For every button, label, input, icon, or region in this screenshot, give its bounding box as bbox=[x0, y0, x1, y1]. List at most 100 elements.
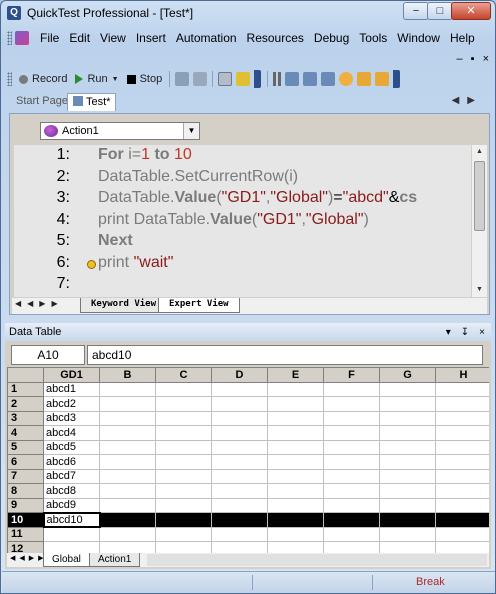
tab-test[interactable]: Test* bbox=[67, 93, 117, 111]
table-cell[interactable] bbox=[211, 425, 268, 441]
menu-debug[interactable]: Debug bbox=[309, 31, 354, 45]
row-header[interactable]: 5 bbox=[7, 439, 44, 455]
table-cell[interactable] bbox=[155, 468, 212, 484]
data-table-grid[interactable]: GD1 B C D E F G H 1 abcd1 2 abcd2 3 abcd3 4 abcd4 5 abcd5… bbox=[7, 367, 489, 553]
table-row[interactable]: 4 abcd4 bbox=[7, 425, 489, 441]
table-cell[interactable] bbox=[99, 439, 156, 455]
table-row[interactable]: 8 abcd8 bbox=[7, 483, 489, 499]
table-cell[interactable]: abcd4 bbox=[43, 425, 100, 441]
mdi-restore-button[interactable]: ▪ bbox=[471, 53, 475, 67]
table-cell[interactable] bbox=[435, 381, 489, 397]
table-cell[interactable] bbox=[323, 526, 380, 542]
step-generator-icon[interactable] bbox=[193, 72, 208, 86]
table-cell[interactable] bbox=[379, 526, 436, 542]
column-header[interactable]: GD1 bbox=[43, 367, 100, 383]
chevron-down-icon[interactable]: ▼ bbox=[183, 123, 199, 139]
row-header[interactable]: 6 bbox=[7, 454, 44, 470]
column-header[interactable]: B bbox=[99, 367, 156, 383]
table-cell[interactable] bbox=[435, 541, 489, 553]
table-cell[interactable] bbox=[267, 381, 324, 397]
table-cell[interactable] bbox=[323, 497, 380, 513]
row-header[interactable]: 3 bbox=[7, 410, 44, 426]
table-cell[interactable] bbox=[99, 526, 156, 542]
sheet-tab-action1[interactable]: Action1 bbox=[89, 553, 141, 567]
step-out-icon[interactable] bbox=[321, 72, 336, 86]
table-cell[interactable] bbox=[379, 439, 436, 455]
table-cell[interactable] bbox=[379, 483, 436, 499]
code-line[interactable]: 3: DataTable.Value("GD1","Global")="abcd"… bbox=[14, 189, 471, 210]
menu-view[interactable]: View bbox=[95, 31, 131, 45]
table-cell[interactable] bbox=[99, 454, 156, 470]
checkpoint-icon[interactable] bbox=[236, 72, 251, 86]
table-cell[interactable] bbox=[435, 454, 489, 470]
table-row[interactable]: 7 abcd7 bbox=[7, 468, 489, 484]
table-cell[interactable] bbox=[155, 381, 212, 397]
row-header[interactable]: 1 bbox=[7, 381, 44, 397]
menubar-grip-icon[interactable] bbox=[7, 31, 12, 45]
table-cell[interactable] bbox=[267, 541, 324, 553]
panel-menu-icon[interactable]: ▾ bbox=[446, 327, 451, 338]
column-header[interactable]: E bbox=[267, 367, 324, 383]
table-cell[interactable] bbox=[267, 439, 324, 455]
table-cell[interactable] bbox=[155, 425, 212, 441]
code-line[interactable]: 2: DataTable.SetCurrentRow(i) bbox=[14, 168, 471, 189]
table-cell[interactable] bbox=[323, 468, 380, 484]
table-cell[interactable] bbox=[379, 381, 436, 397]
table-cell[interactable] bbox=[43, 526, 100, 542]
view-tab-nav-arrows[interactable]: ◀◀▶▶ bbox=[15, 299, 64, 308]
sheet-tab-global[interactable]: Global bbox=[43, 553, 90, 567]
row-header[interactable]: 10 bbox=[7, 512, 44, 528]
table-cell[interactable] bbox=[435, 483, 489, 499]
stop-button[interactable]: Stop bbox=[123, 73, 167, 85]
table-cell[interactable] bbox=[211, 497, 268, 513]
table-cell[interactable] bbox=[267, 526, 324, 542]
table-row[interactable]: 12 bbox=[7, 541, 489, 553]
table-cell[interactable]: abcd9 bbox=[43, 497, 100, 513]
table-cell[interactable] bbox=[267, 410, 324, 426]
run-button[interactable]: Run ▼ bbox=[71, 73, 122, 85]
table-row[interactable]: 3 abcd3 bbox=[7, 410, 489, 426]
table-row[interactable]: 11 bbox=[7, 526, 489, 542]
table-row[interactable]: 9 abcd9 bbox=[7, 497, 489, 513]
sheet-horizontal-scrollbar[interactable] bbox=[147, 554, 487, 566]
column-header[interactable]: G bbox=[379, 367, 436, 383]
table-row[interactable]: 5 abcd5 bbox=[7, 439, 489, 455]
code-line[interactable]: 4: print DataTable.Value("GD1","Global") bbox=[14, 211, 471, 232]
step-over-icon[interactable] bbox=[303, 72, 318, 86]
table-cell[interactable] bbox=[323, 425, 380, 441]
document-icon[interactable] bbox=[15, 31, 29, 45]
menu-file[interactable]: File bbox=[35, 31, 64, 45]
menu-insert[interactable]: Insert bbox=[131, 31, 171, 45]
table-cell[interactable] bbox=[435, 468, 489, 484]
table-cell[interactable] bbox=[211, 526, 268, 542]
table-cell[interactable] bbox=[379, 425, 436, 441]
clear-breakpoints-icon[interactable] bbox=[375, 72, 390, 86]
table-row[interactable]: 1 abcd1 bbox=[7, 381, 489, 397]
table-cell[interactable] bbox=[267, 425, 324, 441]
table-cell[interactable] bbox=[99, 410, 156, 426]
run-dropdown-icon[interactable]: ▼ bbox=[112, 76, 119, 83]
code-line[interactable]: 6: print "wait" bbox=[14, 254, 471, 275]
table-cell[interactable] bbox=[211, 381, 268, 397]
mdi-close-button[interactable]: × bbox=[483, 53, 489, 67]
tab-expert-view[interactable]: Expert View bbox=[158, 298, 240, 313]
table-cell[interactable] bbox=[155, 454, 212, 470]
table-cell[interactable] bbox=[155, 410, 212, 426]
code-line[interactable]: 1: For i=1 to 10 bbox=[14, 146, 471, 167]
close-button[interactable]: ✕ bbox=[451, 2, 491, 20]
table-cell[interactable] bbox=[267, 497, 324, 513]
mdi-minimize-button[interactable]: – bbox=[457, 53, 463, 67]
breakpoint-icon[interactable] bbox=[339, 72, 354, 86]
table-row[interactable]: 2 abcd2 bbox=[7, 396, 489, 412]
table-cell[interactable] bbox=[435, 497, 489, 513]
table-cell[interactable] bbox=[155, 483, 212, 499]
step-into-icon[interactable] bbox=[285, 72, 300, 86]
table-cell[interactable] bbox=[323, 439, 380, 455]
action-dropdown[interactable]: Action1 ▼ bbox=[40, 122, 200, 140]
row-header[interactable]: 12 bbox=[7, 541, 44, 553]
table-cell[interactable] bbox=[211, 454, 268, 470]
table-cell[interactable] bbox=[323, 541, 380, 553]
table-cell[interactable] bbox=[379, 454, 436, 470]
table-cell[interactable] bbox=[379, 497, 436, 513]
table-cell[interactable] bbox=[155, 512, 212, 528]
